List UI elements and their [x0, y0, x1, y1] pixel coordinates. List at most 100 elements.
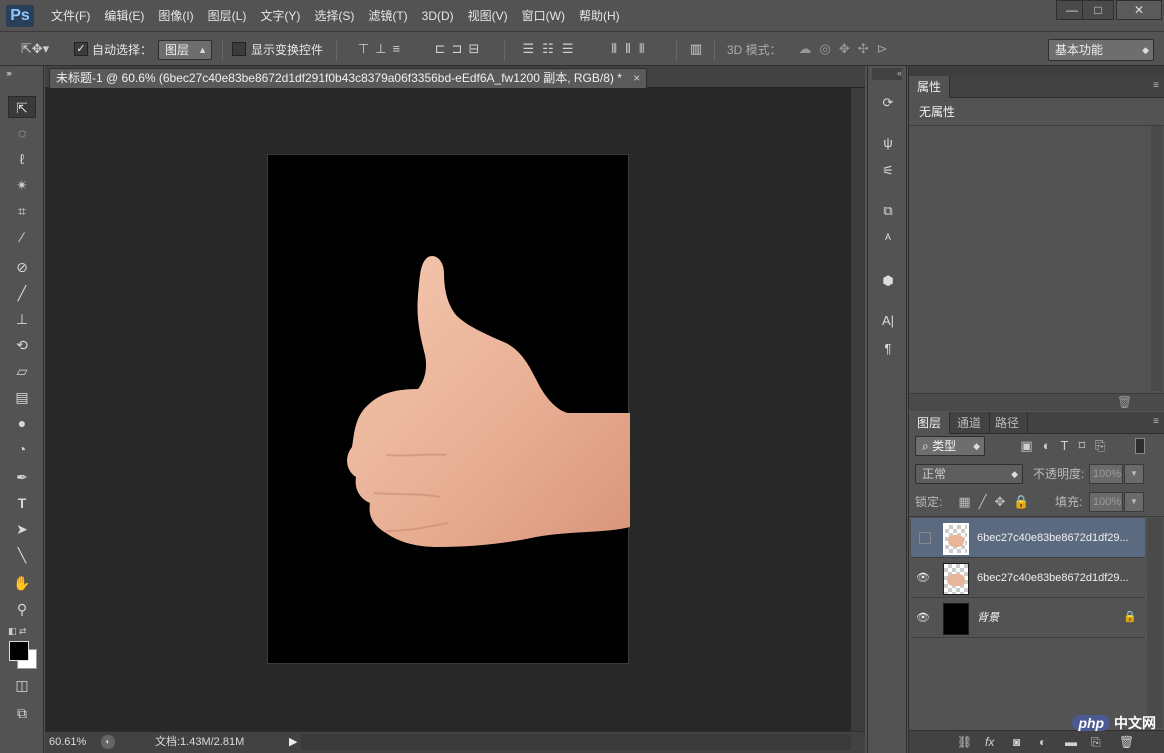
tab-properties[interactable]: 属性: [909, 76, 951, 98]
visibility-toggle-off[interactable]: [919, 532, 931, 544]
eraser-icon[interactable]: ▱: [8, 360, 36, 382]
filter-kind-dropdown[interactable]: ⌕ 类型 ◆: [915, 436, 985, 456]
auto-select-checkbox[interactable]: ✓: [74, 42, 88, 56]
fill-input[interactable]: 100%: [1089, 492, 1123, 512]
character-styles-icon[interactable]: ᴬ: [876, 228, 900, 250]
share-icon[interactable]: ◐: [101, 735, 115, 749]
foreground-color-swatch[interactable]: [9, 641, 29, 661]
tab-layers[interactable]: 图层: [909, 412, 951, 434]
blend-mode-dropdown[interactable]: 正常 ◆: [915, 464, 1023, 484]
opacity-input[interactable]: 100%: [1089, 464, 1123, 484]
filter-toggle-switch[interactable]: [1135, 438, 1145, 454]
menu-layer[interactable]: 图层(L): [201, 0, 254, 32]
crop-tool-icon[interactable]: ⌗: [8, 200, 36, 222]
collapse-icon[interactable]: «: [872, 68, 902, 80]
menu-3d[interactable]: 3D(D): [415, 0, 461, 32]
new-group-icon[interactable]: ▬: [1065, 733, 1077, 751]
gradient-icon[interactable]: ▤: [8, 386, 36, 408]
paragraph-panel-icon[interactable]: ¶: [876, 338, 900, 360]
lasso-tool-icon[interactable]: ℓ: [8, 148, 36, 170]
brush-presets-icon[interactable]: ⚟: [876, 160, 900, 182]
maximize-button[interactable]: □: [1082, 0, 1114, 20]
opacity-slider-button[interactable]: ▼: [1124, 464, 1144, 484]
brush-tool-icon[interactable]: ╱: [8, 282, 36, 304]
trash-icon[interactable]: 🗑: [1117, 395, 1132, 409]
type-tool-icon[interactable]: T: [8, 492, 36, 514]
auto-select-dropdown[interactable]: 图层 ▲: [158, 40, 212, 60]
move-tool-icon[interactable]: ⇱: [8, 96, 36, 118]
new-layer-icon[interactable]: ⎘: [1091, 733, 1101, 751]
layer-name[interactable]: 6bec27c40e83be8672d1df29...: [977, 558, 1129, 598]
menu-window[interactable]: 窗口(W): [515, 0, 572, 32]
close-button[interactable]: ✕: [1116, 0, 1162, 20]
menu-image[interactable]: 图像(I): [151, 0, 200, 32]
show-transform-checkbox[interactable]: [232, 42, 246, 56]
clone-source-icon[interactable]: ⧉: [876, 200, 900, 222]
layers-scrollbar[interactable]: [1147, 518, 1163, 728]
menu-help[interactable]: 帮助(H): [572, 0, 627, 32]
path-select-icon[interactable]: ➤: [8, 518, 36, 540]
marquee-tool-icon[interactable]: ◌: [8, 122, 36, 144]
tab-paths[interactable]: 路径: [987, 412, 1029, 434]
zoom-tool-icon[interactable]: ⚲: [8, 598, 36, 620]
auto-align-icon[interactable]: ▥: [686, 40, 706, 58]
layer-style-icon[interactable]: fx: [985, 733, 994, 751]
history-brush-icon[interactable]: ⟲: [8, 334, 36, 356]
tab-channels[interactable]: 通道: [949, 412, 991, 434]
menu-file[interactable]: 文件(F): [44, 0, 97, 32]
history-panel-icon[interactable]: ⟳: [876, 92, 900, 114]
hand-tool-icon[interactable]: ✋: [8, 572, 36, 594]
screen-mode-icon[interactable]: ⧉: [8, 702, 36, 724]
clone-stamp-icon[interactable]: ⊥: [8, 308, 36, 330]
character-panel-icon[interactable]: A|: [876, 310, 900, 332]
layer-row[interactable]: 6bec27c40e83be8672d1df29...: [911, 518, 1145, 558]
distribute-horizontal-icons[interactable]: ⦀⦀⦀: [596, 40, 668, 58]
lock-icons[interactable]: ▦╱✥🔒: [953, 493, 1043, 511]
distribute-vertical-icons[interactable]: ☰☷☰: [516, 40, 588, 58]
menu-type[interactable]: 文字(Y): [253, 0, 307, 32]
eye-icon[interactable]: 👁: [915, 610, 931, 626]
link-layers-icon[interactable]: ⛓: [957, 733, 972, 751]
layer-row[interactable]: 👁 背景 🔒: [911, 598, 1145, 638]
eyedropper-icon[interactable]: ⁄: [8, 226, 36, 248]
menu-edit[interactable]: 编辑(E): [97, 0, 151, 32]
tab-close-icon[interactable]: ×: [633, 71, 640, 85]
workspace-dropdown[interactable]: 基本功能 ◆: [1048, 39, 1154, 61]
layer-row[interactable]: 👁 6bec27c40e83be8672d1df29...: [911, 558, 1145, 598]
eye-icon[interactable]: 👁: [915, 570, 931, 586]
magic-wand-icon[interactable]: ✴: [8, 174, 36, 196]
document-tab[interactable]: 未标题-1 @ 60.6% (6bec27c40e83be8672d1df291…: [49, 68, 648, 88]
line-tool-icon[interactable]: ╲: [8, 544, 36, 566]
layer-filter-icons[interactable]: ▣◐T⌑⎘: [1003, 437, 1133, 455]
healing-brush-icon[interactable]: ⊘: [8, 256, 36, 278]
add-mask-icon[interactable]: ◙: [1013, 733, 1020, 751]
properties-scrollbar[interactable]: [1151, 126, 1163, 391]
3d-panel-icon[interactable]: ⬢: [876, 270, 900, 292]
zoom-level[interactable]: 60.61%: [49, 732, 86, 752]
adjustment-layer-icon[interactable]: ◐: [1039, 733, 1046, 751]
3d-mode-icons[interactable]: ☁◎✥✣⊳: [786, 40, 908, 58]
delete-layer-icon[interactable]: 🗑: [1119, 733, 1134, 751]
pen-tool-icon[interactable]: ✒: [8, 466, 36, 488]
status-arrow-icon[interactable]: ▶: [289, 732, 297, 752]
panel-menu-icon[interactable]: ≡: [1153, 76, 1159, 96]
layer-name[interactable]: 6bec27c40e83be8672d1df29...: [977, 518, 1129, 558]
brush-panel-icon[interactable]: ψ: [876, 132, 900, 154]
dodge-icon[interactable]: ◔: [8, 438, 36, 460]
vertical-scrollbar[interactable]: [851, 88, 865, 731]
menu-select[interactable]: 选择(S): [307, 0, 361, 32]
layer-name[interactable]: 背景: [977, 598, 999, 638]
align-horizontal-icons[interactable]: ⊏⊐⊟: [428, 40, 492, 58]
quick-mask-icon[interactable]: ◫: [8, 674, 36, 696]
horizontal-scrollbar[interactable]: [301, 734, 851, 750]
move-tool-preset-icon[interactable]: ⇱✥▾: [20, 40, 50, 58]
menu-view[interactable]: 视图(V): [461, 0, 515, 32]
blur-icon[interactable]: ●: [8, 412, 36, 434]
fill-slider-button[interactable]: ▼: [1124, 492, 1144, 512]
menu-filter[interactable]: 滤镜(T): [361, 0, 414, 32]
align-vertical-icons[interactable]: ⊤⊥≡: [350, 40, 414, 58]
canvas[interactable]: [267, 154, 630, 664]
collapse-icon[interactable]: »: [7, 68, 12, 78]
default-colors-icon[interactable]: ◧ ⇄: [8, 626, 27, 637]
canvas-area[interactable]: [45, 88, 851, 731]
